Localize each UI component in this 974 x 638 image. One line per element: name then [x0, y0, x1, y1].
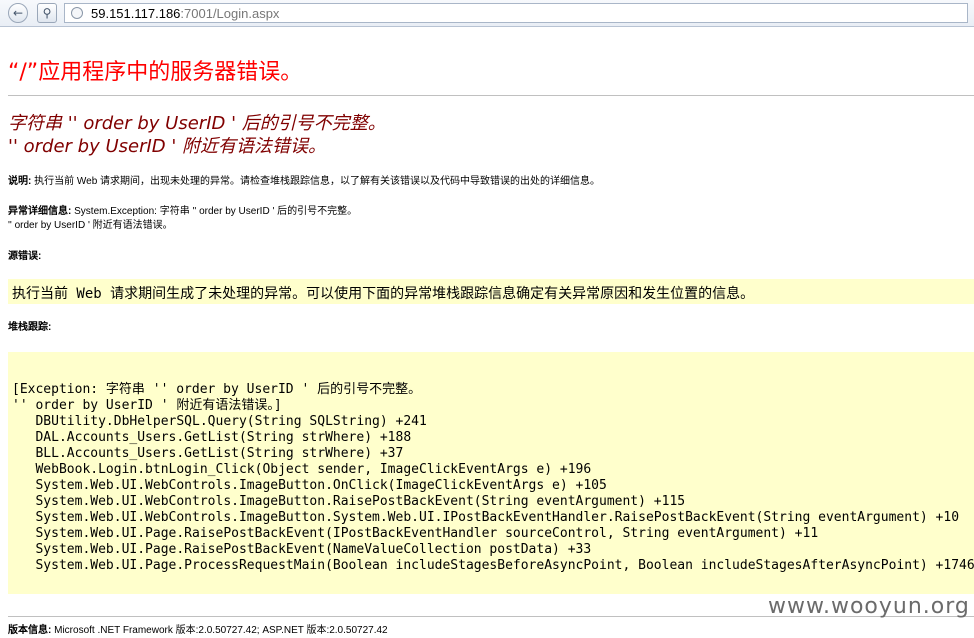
description-label: 说明:: [8, 176, 32, 187]
divider-top: [8, 95, 974, 96]
globe-icon: [71, 7, 83, 19]
source-error-box: 执行当前 Web 请求期间生成了未处理的异常。可以使用下面的异常堆栈跟踪信息确定…: [8, 279, 974, 304]
error-heading-line1: 字符串 '' order by UserID ' 后的引号不完整。: [8, 113, 386, 134]
version-text: Microsoft .NET Framework 版本:2.0.50727.42…: [51, 625, 388, 636]
description: 说明: 执行当前 Web 请求期间，出现未处理的异常。请检查堆栈跟踪信息，以了解…: [8, 175, 600, 189]
address-bar[interactable]: 59.151.117.186:7001/Login.aspx: [64, 3, 968, 23]
stack-label: 堆栈跟踪:: [8, 322, 52, 333]
version-label: 版本信息:: [8, 625, 52, 636]
stack-line: System.Web.UI.Page.ProcessRequestMain(Bo…: [12, 558, 974, 573]
stack-line: [Exception: 字符串 '' order by UserID ' 后的引…: [12, 382, 422, 397]
exception-text: System.Exception: 字符串 '' order by UserID…: [71, 206, 358, 217]
stack-line: DAL.Accounts_Users.GetList(String strWhe…: [12, 430, 412, 445]
url-path: :7001/Login.aspx: [180, 5, 280, 21]
browser-toolbar: ← ⚲ 59.151.117.186:7001/Login.aspx: [0, 0, 974, 27]
watermark: www.wooyun.org: [768, 594, 970, 619]
stack-line: System.Web.UI.WebControls.ImageButton.On…: [12, 478, 607, 493]
source-label: 源错误:: [8, 251, 42, 262]
exception-text-2: '' order by UserID ' 附近有语法错误。: [8, 220, 173, 231]
back-arrow-icon[interactable]: ←: [8, 3, 28, 23]
error-heading: 字符串 '' order by UserID ' 后的引号不完整。 '' ord…: [8, 112, 386, 158]
page-title: “/”应用程序中的服务器错误。: [8, 60, 303, 85]
exception-details: 异常详细信息: System.Exception: 字符串 '' order b…: [8, 205, 357, 233]
stack-line: System.Web.UI.WebControls.ImageButton.Ra…: [12, 494, 686, 509]
exception-label: 异常详细信息:: [8, 206, 72, 217]
stack-trace-box: [Exception: 字符串 '' order by UserID ' 后的引…: [8, 352, 974, 594]
source-error-label: 源错误:: [8, 250, 41, 264]
stack-line: System.Web.UI.WebControls.ImageButton.Sy…: [12, 510, 960, 525]
error-heading-line2: '' order by UserID ' 附近有语法错误。: [8, 136, 327, 157]
key-icon[interactable]: ⚲: [37, 3, 57, 23]
source-error-text: 执行当前 Web 请求期间生成了未处理的异常。可以使用下面的异常堆栈跟踪信息确定…: [12, 286, 755, 302]
description-text: 执行当前 Web 请求期间，出现未处理的异常。请检查堆栈跟踪信息，以了解有关该错…: [31, 176, 601, 187]
stack-line: System.Web.UI.Page.RaisePostBackEvent(Na…: [12, 542, 592, 557]
stack-line: DBUtility.DbHelperSQL.Query(String SQLSt…: [12, 414, 427, 429]
stack-line: System.Web.UI.Page.RaisePostBackEvent(IP…: [12, 526, 819, 541]
stack-line: BLL.Accounts_Users.GetList(String strWhe…: [12, 446, 404, 461]
stack-line: '' order by UserID ' 附近有语法错误。]: [12, 398, 282, 413]
stack-trace-label: 堆栈跟踪:: [8, 321, 51, 335]
stack-line: WebBook.Login.btnLogin_Click(Object send…: [12, 462, 592, 477]
url-host: 59.151.117.186: [91, 5, 181, 21]
